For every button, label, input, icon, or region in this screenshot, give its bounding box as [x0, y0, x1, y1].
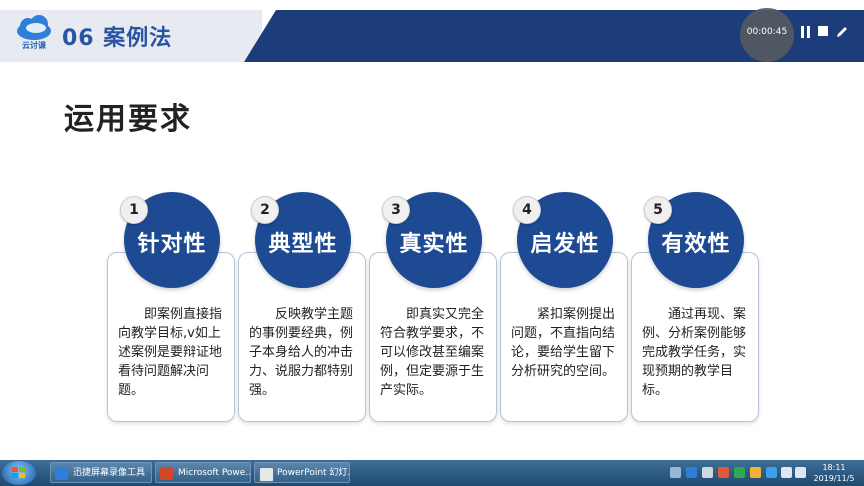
- taskbar-item-label: PowerPoint 幻灯...: [277, 468, 350, 478]
- requirement-label: 有效性: [661, 232, 731, 257]
- taskbar-item-slideshow[interactable]: PowerPoint 幻灯...: [254, 462, 350, 483]
- pen-icon[interactable]: [836, 26, 848, 41]
- card-text: 反映教学主题的事例要经典，例子本身给人的冲击力、说服力都特别强。: [249, 307, 354, 398]
- requirement-label: 典型性: [268, 232, 338, 257]
- shield-icon[interactable]: [734, 467, 745, 478]
- taskbar-item-label: 迅捷屏幕录像工具: [73, 468, 146, 478]
- requirement-label: 真实性: [399, 232, 469, 257]
- recorder-app-icon: [55, 467, 68, 480]
- logo-text: 云讨课: [22, 41, 46, 50]
- tray-icon[interactable]: [766, 467, 777, 478]
- card-text: 通过再现、案例、分析案例能够完成教学任务，实现预期的教学目标。: [642, 307, 747, 398]
- taskbar: 迅捷屏幕录像工具 Microsoft Powe... PowerPoint 幻灯…: [0, 460, 864, 486]
- number-badge-3: 3: [382, 196, 410, 224]
- taskbar-item-recorder[interactable]: 迅捷屏幕录像工具: [50, 462, 152, 483]
- start-button[interactable]: [2, 461, 36, 485]
- clock-date: 2019/11/5: [813, 474, 855, 483]
- tray-icon[interactable]: [686, 467, 697, 478]
- slide-title: 06 案例法: [62, 26, 173, 51]
- card-text: 紧扣案例提出问题，不直指向结论，要给学生留下分析研究的空间。: [511, 307, 616, 379]
- section-heading: 运用要求: [64, 102, 192, 137]
- tray-icon[interactable]: [670, 467, 681, 478]
- number-badge-5: 5: [644, 196, 672, 224]
- tray-icon[interactable]: [750, 467, 761, 478]
- slide: 云讨课 06 案例法 00:00:45 运用要求 即案例直接指向教学目标,v如上…: [0, 0, 864, 460]
- tray-icon[interactable]: [718, 467, 729, 478]
- clock-time: 18:11: [822, 463, 846, 472]
- requirement-label: 针对性: [137, 232, 207, 257]
- number-badge-4: 4: [513, 196, 541, 224]
- volume-icon[interactable]: [795, 467, 806, 478]
- requirement-label: 启发性: [530, 232, 600, 257]
- card-text: 即真实又完全符合教学要求，不可以修改甚至编案例，但定要源于生产实际。: [380, 307, 485, 398]
- taskbar-clock[interactable]: 18:11 2019/11/5: [808, 462, 860, 484]
- recorder-time: 00:00:45: [746, 27, 788, 37]
- stop-icon[interactable]: [818, 26, 828, 39]
- pause-icon[interactable]: [801, 26, 811, 41]
- windows-logo-icon: [12, 467, 25, 478]
- taskbar-item-label: Microsoft Powe...: [178, 468, 251, 478]
- card-text: 即案例直接指向教学目标,v如上述案例是要辩证地看待问题解决问题。: [118, 307, 223, 398]
- number-badge-1: 1: [120, 196, 148, 224]
- powerpoint-icon: [160, 467, 173, 480]
- taskbar-item-powerpoint[interactable]: Microsoft Powe...: [155, 462, 251, 483]
- powerpoint-slideshow-icon: [259, 467, 274, 482]
- number-badge-2: 2: [251, 196, 279, 224]
- tray-icon[interactable]: [702, 467, 713, 478]
- network-icon[interactable]: [781, 467, 792, 478]
- logo: 云讨课: [14, 14, 54, 54]
